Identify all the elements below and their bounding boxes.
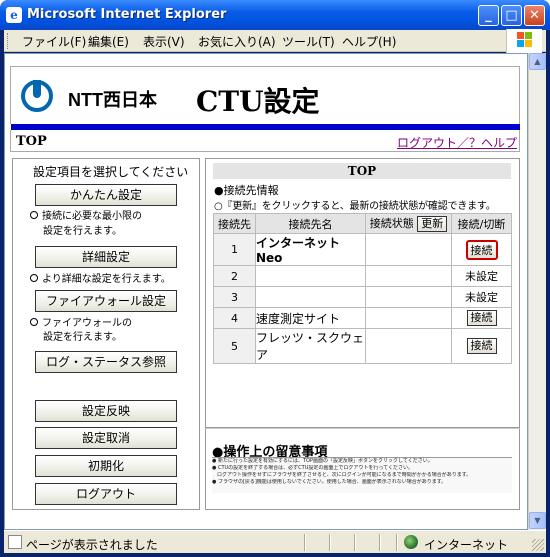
table-row: 4 速度測定サイト 接続 <box>213 307 512 329</box>
easy-setup-note-2: 設定を行えます。 <box>43 226 122 237</box>
not-configured-label: 未設定 <box>451 265 512 287</box>
main-title: TOP <box>213 163 511 179</box>
firewall-setup-button[interactable]: ファイアウォール設定 <box>35 290 177 312</box>
connection-table: 接続先 接続先名 接続状態 更新 接続/切断 1 インターネットNeo 接続 2… <box>213 213 512 364</box>
column-header: 接続先 <box>213 213 256 234</box>
maximize-button[interactable]: □ <box>501 5 522 26</box>
connection-name <box>255 265 366 287</box>
detail-setup-button[interactable]: 詳細設定 <box>35 246 177 268</box>
menu-help[interactable]: ヘルプ(H) <box>342 33 396 50</box>
menu-favorites[interactable]: お気に入り(A) <box>198 33 276 50</box>
link-separator: ／ <box>457 136 470 150</box>
initialize-button[interactable]: 初期化 <box>35 455 177 477</box>
action-cell: 接続 <box>451 328 512 364</box>
action-cell: 接続 <box>451 233 512 266</box>
column-header: 接続状態 更新 <box>365 213 452 234</box>
table-row: 2 未設定 <box>213 265 512 287</box>
title-bar[interactable]: e Microsoft Internet Explorer _ □ ✕ <box>0 0 550 30</box>
apply-settings-button[interactable]: 設定反映 <box>35 400 177 422</box>
connection-name: インターネットNeo <box>255 233 366 266</box>
connection-name <box>255 286 366 308</box>
windows-flag-icon <box>517 32 533 48</box>
internet-zone-icon <box>404 535 418 549</box>
menu-tools[interactable]: ツール(T) <box>282 33 335 50</box>
bullet-icon <box>30 274 38 282</box>
firewall-setup-note-2: 設定を行えます。 <box>43 332 122 343</box>
menu-view[interactable]: 表示(V) <box>143 33 185 50</box>
connection-state <box>365 328 452 364</box>
connection-state <box>365 265 452 287</box>
status-divider <box>304 534 306 551</box>
detail-setup-note: より詳細な設定を行えます。 <box>30 273 171 287</box>
log-status-button[interactable]: ログ・ステータス参照 <box>35 351 177 373</box>
easy-setup-note: 接続に必要な最小限の <box>30 210 142 224</box>
status-divider <box>396 534 398 551</box>
page-title: CTU設定 <box>196 85 320 118</box>
notice-line: ログアウト操作をせずにブラウザを終了させると、次にログインが可能になるまで時間が… <box>212 472 472 478</box>
page-icon <box>8 535 22 549</box>
sidebar-logout-button[interactable]: ログアウト <box>35 483 177 505</box>
row-number: 4 <box>213 307 256 329</box>
security-zone: インターネット <box>424 538 509 552</box>
brand-name: NTT西日本 <box>68 90 157 110</box>
notice-line: ● ブラウザの[戻る]機能は使用しないでください。使用した場合、画面が表示されな… <box>212 479 447 485</box>
menu-grip <box>7 33 10 49</box>
windows-logo <box>506 29 542 53</box>
connect-button[interactable]: 接続 <box>466 338 497 354</box>
connection-info-heading: ●接続先情報 <box>214 184 279 197</box>
not-configured-label: 未設定 <box>451 286 512 308</box>
connection-name: フレッツ・スクウェア <box>255 328 366 364</box>
column-header: 接続先名 <box>255 213 366 234</box>
row-number: 2 <box>213 265 256 287</box>
notice-line: ● CTUの設定を終了する場合は、必ずCTU設定の画面上でログアウトを行ってくだ… <box>212 465 413 471</box>
window-title: Microsoft Internet Explorer <box>27 7 227 22</box>
sidebar-title: 設定項目を選択してください <box>33 165 189 179</box>
notice-box: ● 新たに行った設定を有効にするには、TOP画面の「設定反映」ボタンをクリックし… <box>212 457 512 493</box>
status-divider <box>329 534 331 551</box>
connection-info-note: ○『更新』をクリックすると、最新の接続状態が確認できます。 <box>214 201 496 212</box>
action-cell: 接続 <box>451 307 512 329</box>
ntt-logo-icon <box>21 80 53 112</box>
refresh-button[interactable]: 更新 <box>417 216 448 232</box>
bullet-icon <box>30 211 38 219</box>
connection-state <box>365 233 452 266</box>
menu-edit[interactable]: 編集(E) <box>88 33 129 50</box>
status-divider <box>379 534 381 551</box>
table-row: 3 未設定 <box>213 286 512 308</box>
scroll-up-arrow-icon[interactable]: ▲ <box>529 53 546 70</box>
row-number: 5 <box>213 328 256 364</box>
header-links: ログアウト／？ヘルプ <box>397 134 517 151</box>
status-bar: ページが表示されました インターネット <box>4 530 546 553</box>
column-header: 接続/切断 <box>451 213 512 234</box>
scroll-down-arrow-icon[interactable]: ▼ <box>529 512 546 529</box>
firewall-setup-note: ファイアウォールの <box>30 317 132 331</box>
cancel-settings-button[interactable]: 設定取消 <box>35 427 177 449</box>
ie-icon: e <box>6 7 22 23</box>
close-button[interactable]: ✕ <box>524 5 545 26</box>
menu-file[interactable]: ファイル(F) <box>22 33 86 50</box>
vertical-scrollbar[interactable]: ▲ ▼ <box>528 53 546 530</box>
help-link[interactable]: ？ヘルプ <box>469 136 517 150</box>
status-text: ページが表示されました <box>26 538 158 552</box>
section-label: TOP <box>16 134 47 149</box>
table-row: 1 インターネットNeo 接続 <box>213 233 512 266</box>
minimize-button[interactable]: _ <box>478 5 499 26</box>
row-number: 3 <box>213 286 256 308</box>
connection-name: 速度測定サイト <box>255 307 366 329</box>
table-row: 5 フレッツ・スクウェア 接続 <box>213 328 512 364</box>
row-number: 1 <box>213 233 256 266</box>
connection-state <box>365 286 452 308</box>
menu-bar: ファイル(F) 編集(E) 表示(V) お気に入り(A) ツール(T) ヘルプ(… <box>4 29 546 53</box>
easy-setup-button[interactable]: かんたん設定 <box>35 184 177 206</box>
connect-button[interactable]: 接続 <box>466 310 497 326</box>
logout-link[interactable]: ログアウト <box>397 136 457 150</box>
connection-state <box>365 307 452 329</box>
notice-line: ● 新たに行った設定を有効にするには、TOP画面の「設定反映」ボタンをクリックし… <box>212 458 433 464</box>
status-divider <box>354 534 356 551</box>
connect-button[interactable]: 接続 <box>465 239 498 260</box>
resize-grip[interactable] <box>532 539 544 551</box>
bullet-icon <box>30 318 38 326</box>
